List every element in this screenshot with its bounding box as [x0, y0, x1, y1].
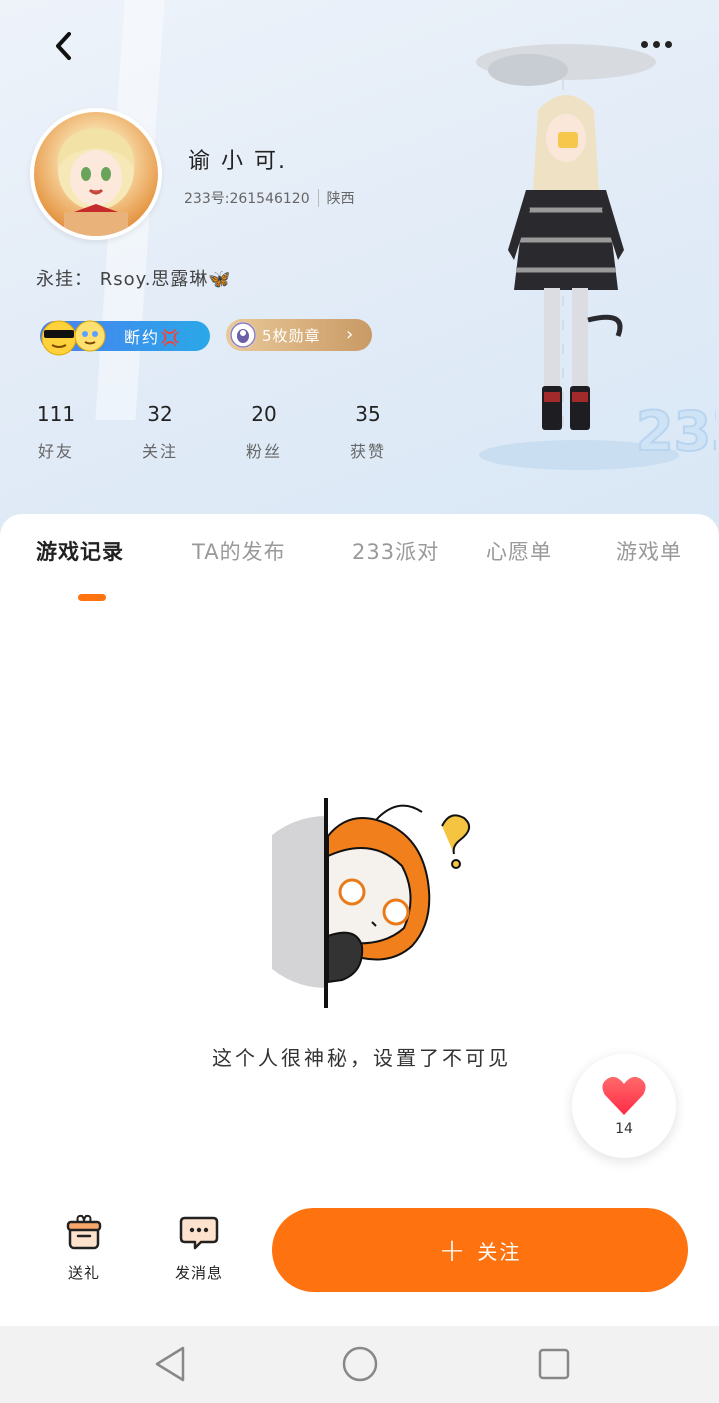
message-label: 发消息 — [174, 1264, 223, 1282]
nav-recents-button[interactable] — [532, 1344, 576, 1384]
message-button[interactable]: 发消息 — [159, 1212, 239, 1283]
stat-value: 32 — [147, 402, 173, 426]
divider — [317, 189, 319, 207]
stat-value: 20 — [251, 402, 277, 426]
signature: 永挂： Rsoy.思露琳🦋 — [36, 269, 232, 290]
triangle-back-icon — [155, 1346, 185, 1382]
stat-likes[interactable]: 35 获赞 — [328, 402, 408, 462]
stat-value: 111 — [36, 402, 76, 426]
square-recents-icon — [538, 1348, 570, 1380]
user-id: 233号:261546120 — [184, 191, 310, 207]
chevron-left-icon — [56, 32, 71, 60]
heart-icon — [602, 1076, 646, 1115]
cool-emoji-icon — [41, 320, 106, 356]
like-button[interactable]: 14 — [572, 1054, 676, 1158]
tab-233-party[interactable]: 233派对 — [352, 536, 439, 566]
stat-label: 关注 — [141, 442, 178, 461]
tab-game-records[interactable]: 游戏记录 — [36, 536, 124, 566]
back-button[interactable] — [44, 26, 84, 66]
gift-label: 送礼 — [67, 1264, 100, 1282]
system-navigation-bar — [0, 1326, 719, 1403]
follow-button[interactable]: + 关注 — [272, 1208, 688, 1292]
follow-label: 关注 — [477, 1239, 522, 1264]
nickname: 谕 小 可. — [188, 149, 287, 174]
status-label: 断约💢 — [124, 328, 182, 347]
avatar-character-3d[interactable] — [468, 40, 668, 460]
empty-state-text: 这个人很神秘，设置了不可见 — [212, 1046, 511, 1070]
stat-label: 粉丝 — [245, 442, 282, 461]
tab-bar: 游戏记录 TA的发布 233派对 心愿单 游戏单 — [0, 536, 719, 580]
like-count: 14 — [615, 1121, 633, 1137]
circle-home-icon — [342, 1346, 378, 1382]
avatar[interactable] — [30, 108, 162, 240]
tab-game-list[interactable]: 游戏单 — [616, 536, 682, 566]
tab-ta-posts[interactable]: TA的发布 — [192, 536, 286, 566]
medals-label: 5枚勋章 — [262, 327, 321, 345]
nav-back-button[interactable] — [148, 1344, 192, 1384]
stat-following[interactable]: 32 关注 — [120, 402, 200, 462]
tab-wishlist[interactable]: 心愿单 — [486, 536, 552, 566]
medal-icon — [230, 322, 256, 348]
stat-label: 获赞 — [349, 442, 386, 461]
active-tab-indicator — [78, 594, 106, 601]
stat-fans[interactable]: 20 粉丝 — [224, 402, 304, 462]
gift-button[interactable]: 送礼 — [44, 1212, 124, 1283]
avatar-illustration — [57, 128, 135, 236]
location: 陕西 — [326, 191, 355, 207]
uid-location-row: 233号:261546120 陕西 — [184, 188, 355, 208]
chevron-right-icon: › — [346, 324, 354, 345]
gift-icon — [66, 1214, 102, 1250]
stat-friends[interactable]: 111 好友 — [16, 402, 96, 462]
nav-home-button[interactable] — [338, 1344, 382, 1384]
stat-value: 35 — [355, 402, 381, 426]
plus-icon: + — [438, 1231, 466, 1269]
chat-bubble-icon — [179, 1216, 219, 1250]
stat-label: 好友 — [37, 442, 74, 461]
peeking-mascot-illustration — [272, 798, 471, 1008]
